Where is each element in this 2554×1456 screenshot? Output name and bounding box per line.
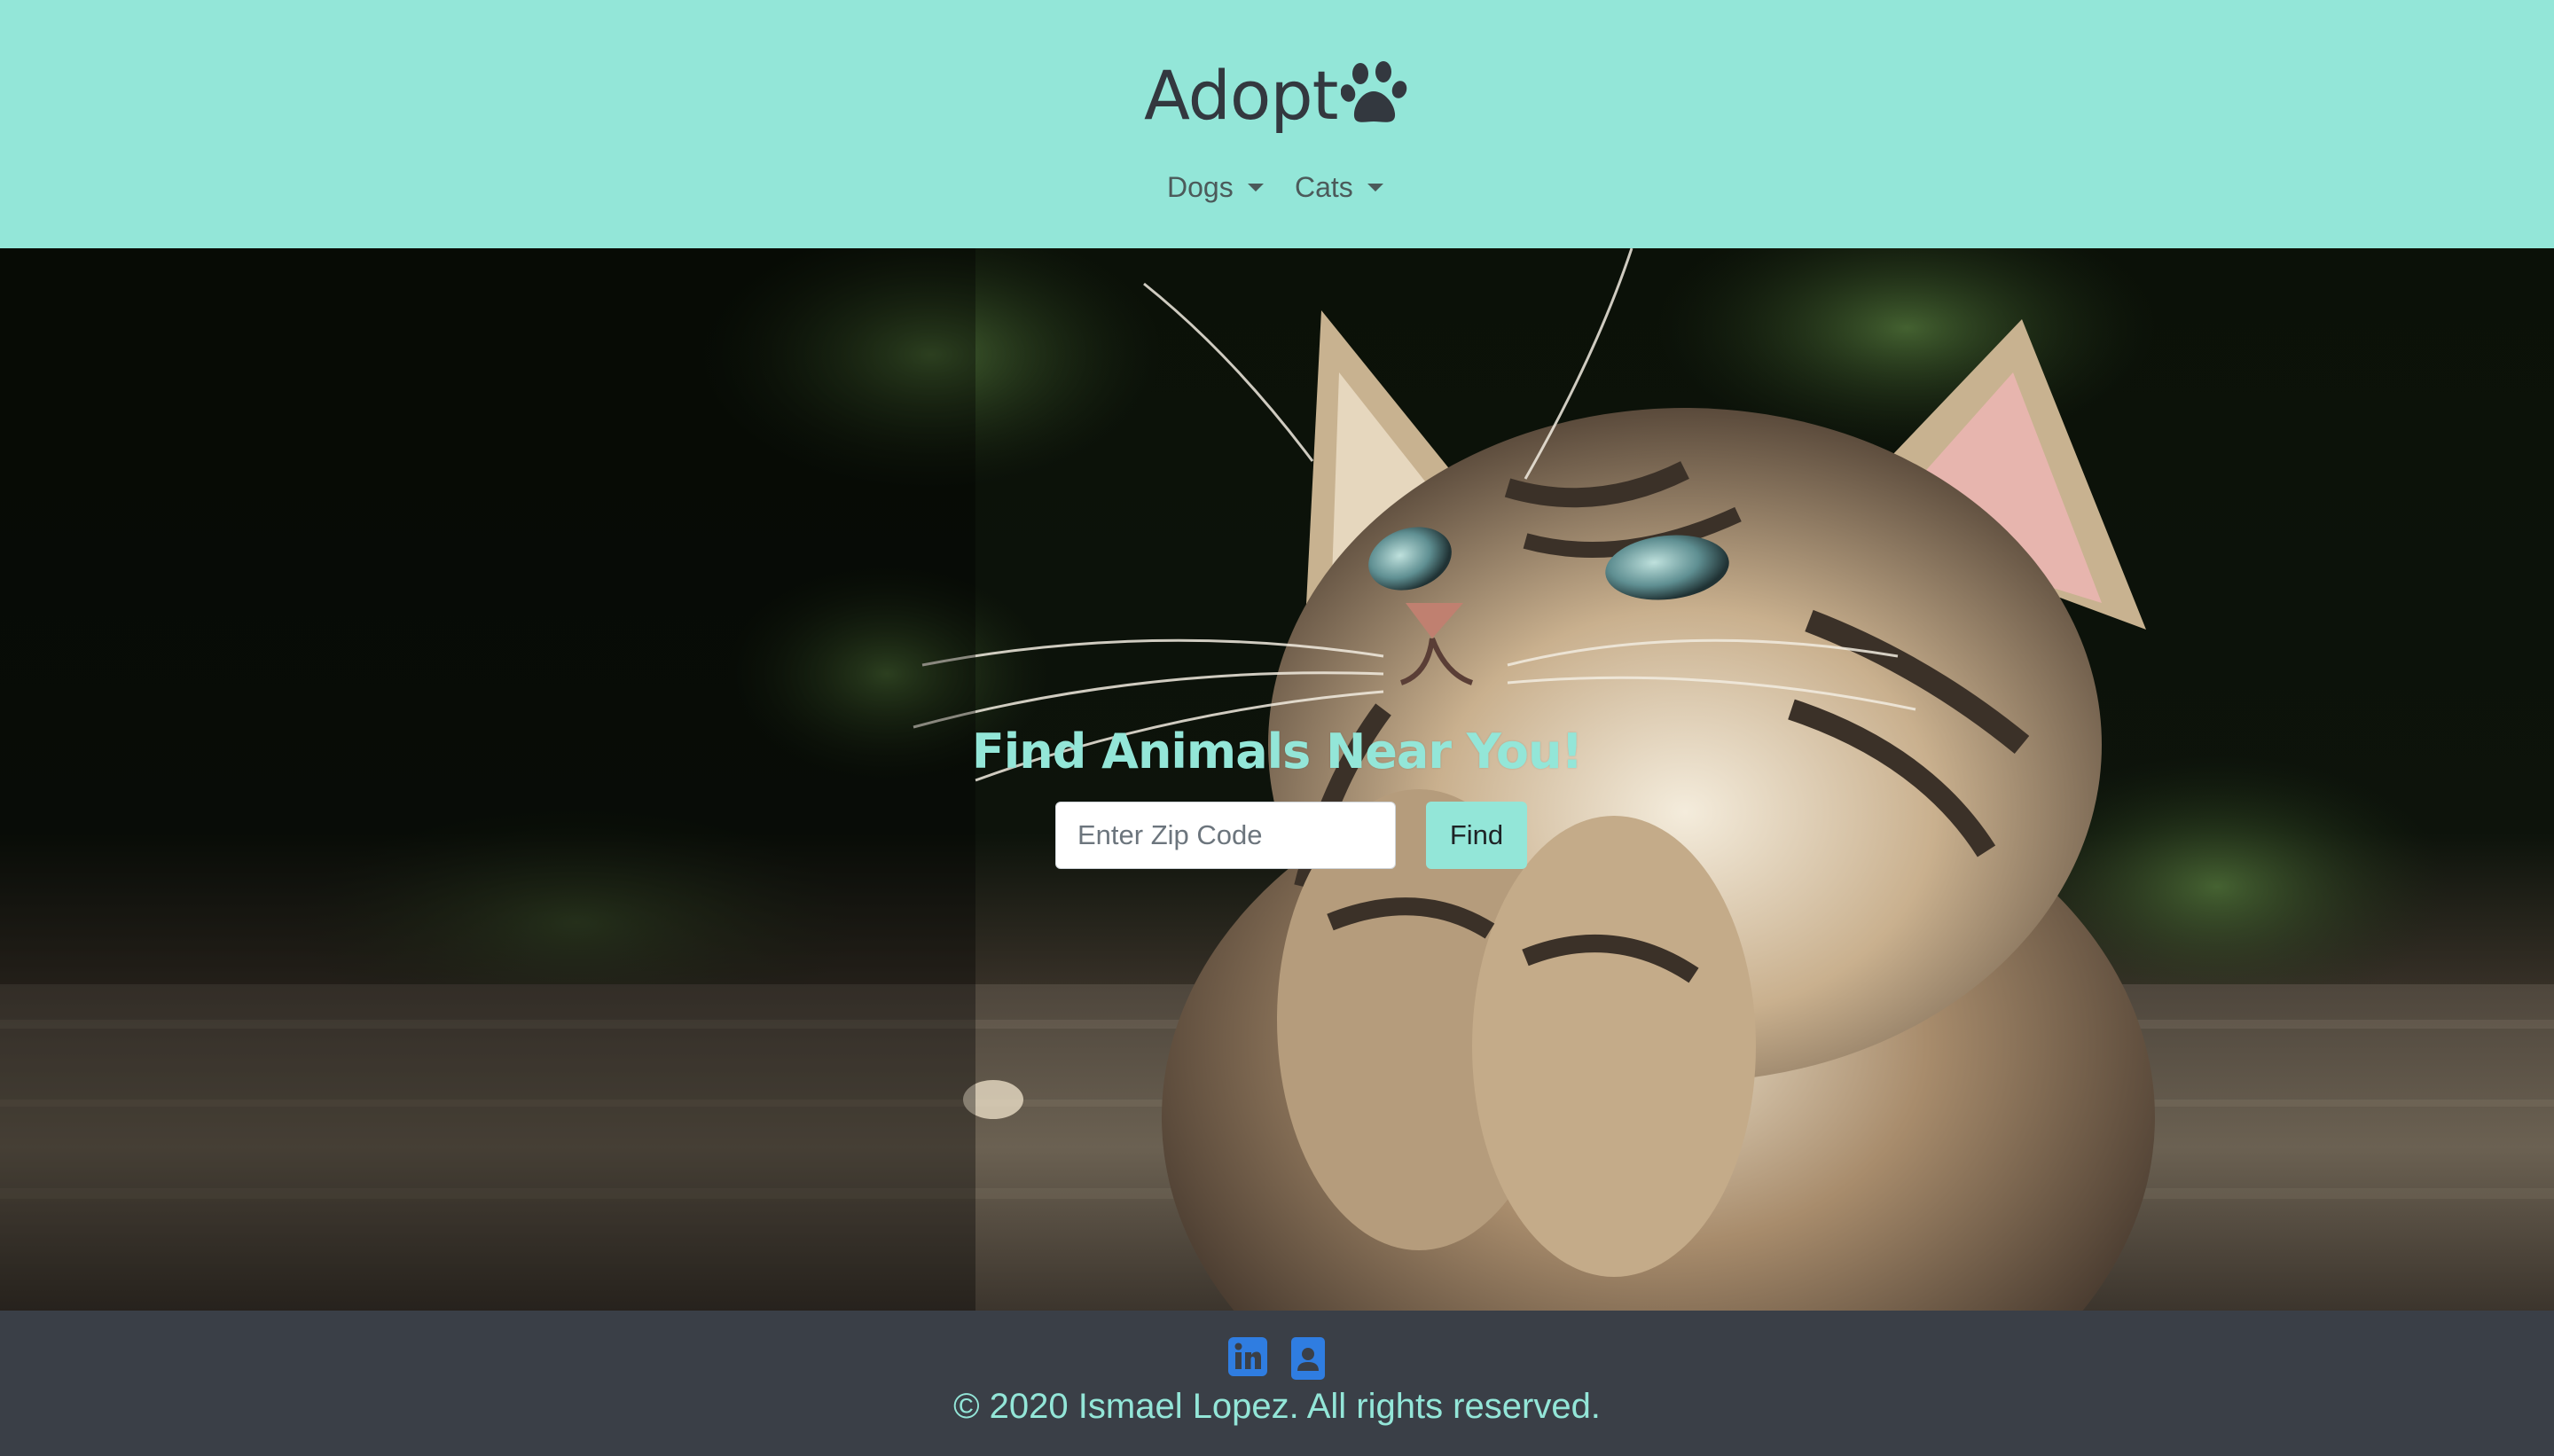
brand-logo[interactable]: Adopt [1144,53,1410,138]
nav-dogs-label: Dogs [1167,170,1234,203]
linkedin-icon [1228,1337,1267,1376]
contact-card-icon [1291,1337,1325,1380]
brand-name: Adopt [1144,56,1338,135]
nav-dropdown-cats[interactable]: Cats [1295,165,1383,209]
caret-down-icon [1367,183,1383,192]
paw-icon [1341,61,1407,122]
caret-down-icon [1247,183,1264,192]
nav-cats-label: Cats [1295,170,1353,203]
copyright-text: © 2020 Ismael Lopez. All rights reserved… [953,1387,1601,1426]
zip-code-input[interactable] [1055,802,1396,869]
site-header: Adopt Dogs Cats [0,0,2554,248]
nav-dropdown-dogs[interactable]: Dogs [1167,165,1264,209]
contact-link[interactable] [1291,1337,1325,1384]
hero-title: Find Animals Near You! [971,724,1583,779]
hero-section: Find Animals Near You! Find [0,248,2554,1311]
linkedin-link[interactable] [1228,1337,1267,1381]
zip-search-form: Find [1055,802,1527,869]
main-nav: Dogs Cats [0,165,2554,209]
site-footer: © 2020 Ismael Lopez. All rights reserved… [0,1311,2554,1456]
find-button[interactable]: Find [1426,802,1527,869]
kitten-photo [0,248,2554,1311]
social-links [0,1337,2554,1382]
